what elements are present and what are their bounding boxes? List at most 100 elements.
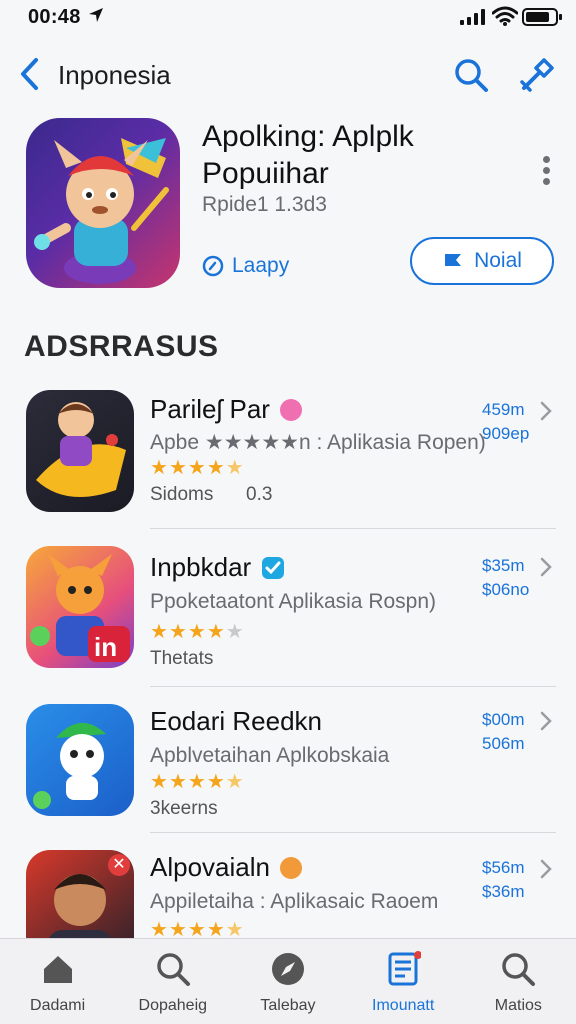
star-icon: ★	[187, 771, 206, 793]
star-icon: ★	[187, 457, 206, 479]
tab-search[interactable]: Dopaheig	[115, 939, 230, 1024]
app-price: 459m 909ep	[482, 398, 529, 446]
app-price-secondary: $36m	[482, 882, 525, 901]
app-badge-icon	[279, 398, 302, 421]
row-divider	[150, 528, 556, 529]
star-icon: ★	[206, 621, 225, 643]
search-icon	[157, 953, 190, 986]
in-letters-icon: in	[94, 632, 118, 662]
app-name: Parileʃ Par	[150, 394, 302, 425]
app-meta-secondary: 0.3	[246, 484, 273, 505]
cartoon-character-illustration	[36, 402, 126, 498]
status-time: 00:48	[28, 6, 81, 28]
chevron-right-icon[interactable]	[538, 858, 554, 880]
tab-explore[interactable]: Talebay	[230, 939, 345, 1024]
app-name-text: Eodari Reedkn	[150, 706, 322, 736]
app-list-item[interactable]: Eodari Reedkn Apblvetaihan Aplkobskaia ★…	[0, 702, 576, 852]
chevron-right-icon[interactable]	[538, 710, 554, 732]
star-icon: ★	[225, 771, 244, 793]
tab-label: Imounatt	[372, 997, 435, 1014]
tab-label: Talebay	[260, 997, 316, 1014]
tab-home[interactable]: Dadami	[0, 939, 115, 1024]
app-name-text: Alpovaialn	[150, 852, 270, 882]
nav-title: Inponesia	[58, 60, 171, 90]
featured-app-icon[interactable]	[26, 118, 180, 288]
star-icon: ★	[187, 621, 206, 643]
close-badge-icon: ✕	[108, 854, 130, 876]
star-icon: ★	[168, 771, 187, 793]
app-list-item[interactable]: in Inpbkdar Ppoketaatont Aplikasia Rospn…	[0, 544, 576, 694]
chevron-right-icon[interactable]	[538, 400, 554, 422]
search-icon[interactable]	[452, 56, 490, 94]
star-icon: ★	[206, 919, 225, 941]
app-list-item[interactable]: Parileʃ Par Apbe ★★★★★n : Aplikasia Rope…	[0, 388, 576, 538]
home-icon	[43, 956, 72, 983]
star-icon: ★	[168, 457, 187, 479]
star-icon: ★	[168, 919, 187, 941]
location-arrow-icon	[89, 8, 103, 22]
tab-label: Dopaheig	[138, 997, 208, 1014]
wrench-tool-icon[interactable]	[516, 56, 556, 96]
star-icon: ★	[187, 919, 206, 941]
cartoon-character-illustration	[33, 722, 106, 809]
tab-bar: Dadami Dopaheig Talebay Imounatt Matios	[0, 938, 576, 1024]
tab-label: Dadami	[30, 997, 86, 1014]
navigation-bar: Inponesia	[0, 44, 576, 104]
clock-icon	[202, 255, 224, 277]
verified-check-icon	[262, 556, 285, 579]
app-price-primary: $35m	[482, 556, 525, 575]
app-meta: Sidoms	[150, 484, 214, 505]
back-chevron-icon[interactable]	[16, 56, 46, 92]
cartoon-character-illustration	[34, 138, 169, 284]
app-store-screen: 00:48 Inponesia Apolking: Aplplk Popuiih…	[0, 0, 576, 1024]
emoji-badge-icon	[279, 856, 302, 879]
star-icon: ★	[150, 919, 168, 941]
featured-app-subtitle: Rpide1 1.3d3	[202, 193, 327, 216]
featured-app-link[interactable]: Laapy	[202, 254, 289, 278]
app-icon: in	[26, 546, 134, 668]
app-description: Appiletaiha : Aplikasaic Raoem	[150, 890, 439, 913]
flag-icon	[445, 254, 462, 266]
featured-app-action-button[interactable]: Noial	[410, 237, 554, 285]
app-price-secondary: 506m	[482, 734, 525, 753]
chevron-right-icon[interactable]	[538, 556, 554, 578]
star-icon: ★	[225, 919, 244, 941]
tab-search-secondary[interactable]: Matios	[461, 939, 576, 1024]
app-meta: Thetats	[150, 648, 214, 669]
list-icon	[388, 951, 422, 986]
more-options-icon[interactable]	[536, 156, 556, 186]
app-name: Inpbkdar	[150, 552, 285, 583]
battery-icon	[522, 8, 562, 26]
app-icon	[26, 390, 134, 512]
row-divider	[150, 686, 556, 687]
tab-updates[interactable]: Imounatt	[346, 939, 461, 1024]
app-name-text: Parileʃ Par	[150, 394, 270, 424]
app-price: $00m 506m	[482, 708, 525, 756]
search-icon	[502, 953, 536, 986]
app-price-secondary: $06no	[482, 580, 530, 599]
tab-label: Matios	[494, 997, 542, 1014]
app-name: Eodari Reedkn	[150, 706, 322, 737]
star-icon: ★	[168, 621, 187, 643]
app-name: Alpovaialn	[150, 852, 302, 883]
app-description: Apbe ★★★★★n : Aplikasia Ropen)	[150, 431, 486, 454]
app-price-primary: $00m	[482, 710, 525, 729]
app-description: Apblvetaihan Aplkobskaia	[150, 744, 390, 767]
app-price-primary: $56m	[482, 858, 525, 877]
featured-app-action-label: Noial	[474, 249, 522, 272]
app-description: Ppoketaatont Aplikasia Rospn)	[150, 590, 437, 613]
app-icon	[26, 704, 134, 816]
star-icon: ★	[206, 457, 225, 479]
star-icon: ★	[150, 621, 168, 643]
cellular-signal-icon	[460, 9, 485, 25]
cartoon-character-illustration	[30, 554, 130, 662]
star-icon: ★	[225, 457, 244, 479]
star-icon: ★	[206, 771, 225, 793]
star-rating: ★ ★ ★ ★ ★	[150, 458, 244, 478]
star-icon: ★	[225, 621, 244, 643]
compass-icon	[271, 953, 304, 985]
status-bar: 00:48	[0, 0, 576, 36]
row-divider	[150, 832, 556, 833]
app-price: $56m $36m	[482, 856, 525, 904]
star-rating: ★ ★ ★ ★ ★	[150, 920, 244, 940]
